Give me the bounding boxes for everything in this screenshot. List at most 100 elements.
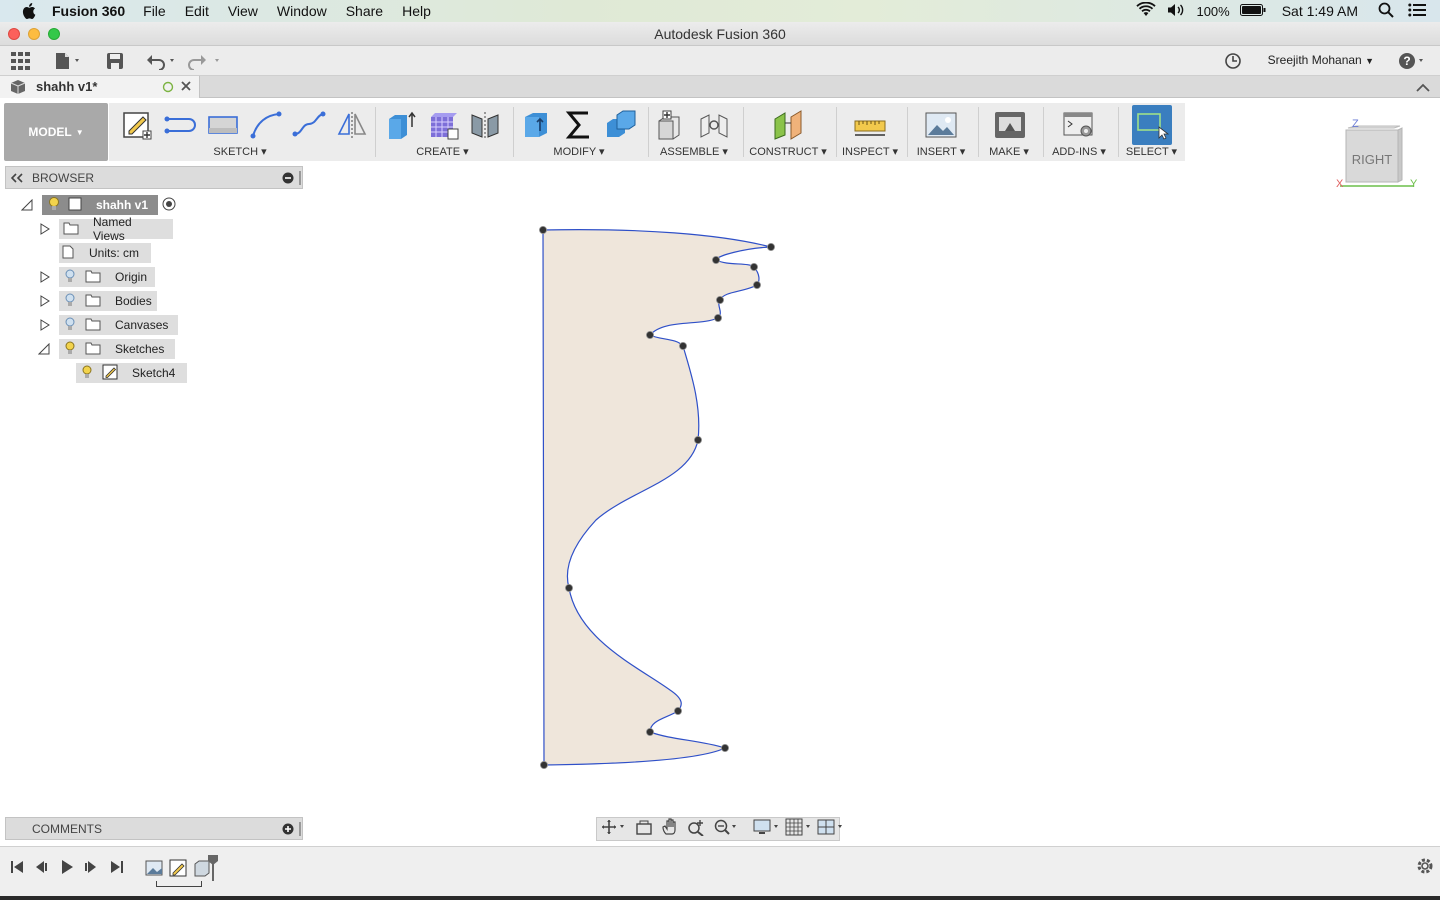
assemble-group-label[interactable]: ASSEMBLE ▾ (648, 145, 740, 158)
look-at-icon[interactable] (635, 819, 653, 840)
browser-title: BROWSER (32, 171, 95, 185)
create-group-label[interactable]: CREATE ▾ (375, 145, 510, 158)
save-icon[interactable] (106, 50, 124, 72)
maximize-window-button[interactable] (48, 28, 60, 40)
select-group-label[interactable]: SELECT ▾ (1118, 145, 1185, 158)
user-account-menu[interactable]: Sreejith Mohanan ▼ (1268, 53, 1374, 67)
document-tab[interactable]: shahh v1* (0, 76, 200, 98)
close-window-button[interactable] (8, 28, 20, 40)
menu-window[interactable]: Window (277, 3, 327, 19)
viewcube-face-label: RIGHT (1351, 152, 1393, 167)
new-component-icon[interactable] (654, 107, 690, 143)
pan-hand-icon[interactable] (661, 817, 679, 841)
wifi-icon[interactable] (1136, 1, 1157, 21)
addins-group-label[interactable]: ADD-INS ▾ (1043, 145, 1115, 158)
comments-panel-header[interactable]: COMMENTS (5, 817, 303, 840)
offset-plane-icon[interactable] (770, 107, 806, 143)
design-document-icon (10, 79, 26, 98)
minimize-window-button[interactable] (28, 28, 40, 40)
browser-panel-header[interactable]: BROWSER (5, 166, 303, 189)
apple-icon[interactable] (20, 2, 38, 20)
document-tab-title: shahh v1* (36, 79, 98, 94)
3d-print-icon[interactable] (992, 107, 1028, 143)
comments-resize-handle[interactable] (299, 822, 301, 836)
play-icon[interactable] (60, 859, 74, 880)
menu-edit[interactable]: Edit (185, 3, 209, 19)
spline-tool-icon[interactable] (291, 107, 327, 143)
comments-title: COMMENTS (32, 822, 102, 836)
close-tab-icon[interactable] (180, 79, 192, 95)
combine-icon[interactable] (603, 107, 639, 143)
sketch-group-label[interactable]: SKETCH ▾ (109, 145, 371, 158)
arc-tool-icon[interactable] (248, 107, 284, 143)
add-comment-icon[interactable] (282, 823, 294, 838)
undo-icon[interactable] (145, 50, 179, 72)
mirror-sketch-icon[interactable] (334, 107, 370, 143)
battery-icon[interactable] (1239, 3, 1266, 19)
spotlight-search-icon[interactable] (1378, 2, 1394, 21)
joint-icon[interactable] (696, 107, 732, 143)
extrude-icon[interactable] (383, 107, 419, 143)
menu-share[interactable]: Share (346, 3, 383, 19)
select-tool-icon[interactable] (1132, 105, 1172, 145)
step-back-icon[interactable] (34, 859, 48, 880)
create-sketch-icon[interactable] (119, 107, 155, 143)
display-settings-icon[interactable] (753, 818, 781, 841)
zoom-icon[interactable] (687, 818, 705, 841)
modify-group-label[interactable]: MODIFY ▾ (513, 145, 645, 158)
mirror-body-icon[interactable] (467, 107, 503, 143)
measure-icon[interactable] (852, 107, 888, 143)
viewports-icon[interactable] (817, 818, 845, 841)
browser-resize-handle[interactable] (299, 171, 301, 185)
viewcube[interactable]: RIGHT Z X Y (1334, 118, 1420, 194)
design-canvas[interactable] (0, 190, 1440, 815)
volume-icon[interactable] (1166, 2, 1186, 21)
timeline-sketch-feature-icon[interactable] (169, 859, 187, 882)
scripts-addins-icon[interactable] (1061, 107, 1097, 143)
ribbon-toolbar: MODEL ▼ SKETCH ▾ CREATE ▾ MODIFY ▾ ASSEM… (4, 103, 1185, 161)
browser-minimize-icon[interactable] (282, 172, 294, 187)
file-menu-icon[interactable] (54, 50, 84, 72)
zoom-window-icon[interactable] (713, 818, 739, 841)
sync-status-icon (162, 80, 174, 96)
clock[interactable]: Sat 1:49 AM (1282, 3, 1358, 19)
collapse-browser-icon[interactable] (10, 172, 23, 186)
fusion-360-app: Fusion 360 File Edit View Window Share H… (0, 0, 1440, 900)
menu-view[interactable]: View (228, 3, 258, 19)
parameters-sigma-icon[interactable] (561, 107, 597, 143)
collapse-chevron-up-icon[interactable] (1416, 80, 1430, 98)
ribbon-tools: SKETCH ▾ CREATE ▾ MODIFY ▾ ASSEMBLE ▾ CO… (109, 103, 1185, 161)
app-menu[interactable]: Fusion 360 (52, 3, 125, 19)
menu-file[interactable]: File (143, 3, 166, 19)
sketch-profile[interactable] (542, 229, 772, 766)
redo-icon[interactable] (188, 50, 224, 72)
help-icon[interactable]: ? (1398, 50, 1428, 72)
insert-group-label[interactable]: INSERT ▾ (907, 145, 975, 158)
insert-group: INSERT ▾ (907, 103, 975, 161)
grid-settings-icon[interactable] (785, 818, 813, 841)
make-group: MAKE ▾ (978, 103, 1040, 161)
rectangle-tool-icon[interactable] (205, 107, 241, 143)
menu-help[interactable]: Help (402, 3, 431, 19)
orbit-icon[interactable] (601, 819, 627, 840)
step-forward-icon[interactable] (84, 859, 98, 880)
data-panel-grid-icon[interactable] (11, 50, 31, 72)
go-to-end-icon[interactable] (110, 859, 124, 880)
construct-group-label[interactable]: CONSTRUCT ▾ (743, 145, 833, 158)
insert-canvas-icon[interactable] (923, 107, 959, 143)
timeline-marker-handle[interactable] (208, 855, 218, 881)
timeline-canvas-feature-icon[interactable] (145, 859, 163, 882)
job-status-clock-icon[interactable] (1224, 50, 1242, 72)
make-group-label[interactable]: MAKE ▾ (978, 145, 1040, 158)
create-form-icon[interactable] (425, 107, 461, 143)
press-pull-icon[interactable] (519, 107, 555, 143)
inspect-group-label[interactable]: INSPECT ▾ (836, 145, 904, 158)
go-to-start-icon[interactable] (10, 859, 24, 880)
timeline-settings-gear-icon[interactable] (1416, 857, 1434, 880)
workspace-switcher[interactable]: MODEL ▼ (4, 103, 108, 161)
line-tool-icon[interactable] (162, 107, 198, 143)
battery-percentage: 100% (1196, 3, 1230, 19)
macos-menu-bar: Fusion 360 File Edit View Window Share H… (0, 0, 1440, 22)
notification-center-icon[interactable] (1408, 3, 1426, 20)
timeline (0, 846, 1440, 900)
